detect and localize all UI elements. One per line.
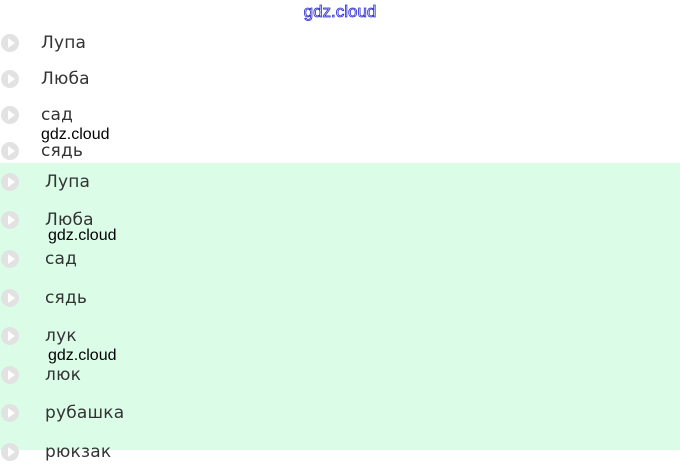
- word-label: сад: [41, 105, 74, 125]
- play-icon[interactable]: [1, 327, 19, 345]
- word-label: сядь: [41, 141, 84, 161]
- word-label: лук: [45, 326, 77, 346]
- list-item[interactable]: рюкзак: [0, 438, 680, 468]
- word-label: сядь: [45, 288, 88, 308]
- play-icon[interactable]: [1, 142, 19, 160]
- list-item[interactable]: Люба: [0, 65, 680, 95]
- watermark-overlay: gdz.cloud: [48, 347, 117, 364]
- play-icon[interactable]: [1, 366, 19, 384]
- play-icon[interactable]: [1, 211, 19, 229]
- play-icon[interactable]: [1, 70, 19, 88]
- play-icon[interactable]: [1, 443, 19, 461]
- play-icon[interactable]: [1, 289, 19, 307]
- word-label: Лупа: [45, 172, 91, 192]
- list-item[interactable]: люк: [0, 361, 680, 391]
- play-icon[interactable]: [1, 404, 19, 422]
- play-icon[interactable]: [1, 34, 19, 52]
- list-item[interactable]: Лупа: [0, 29, 680, 59]
- word-label: Люба: [41, 69, 90, 89]
- word-list-green: Лупа Люба сад сядь лук люк рубашка рюкза…: [0, 163, 680, 462]
- word-label: сад: [45, 249, 78, 269]
- play-icon[interactable]: [1, 106, 19, 124]
- watermark-overlay: gdz.cloud: [48, 227, 117, 244]
- watermark-header: gdz.cloud: [303, 2, 377, 22]
- play-icon[interactable]: [1, 173, 19, 191]
- list-item[interactable]: рубашка: [0, 399, 680, 429]
- word-label: люк: [45, 365, 82, 385]
- word-label: рубашка: [45, 403, 125, 423]
- list-item[interactable]: сад: [0, 245, 680, 275]
- play-icon[interactable]: [1, 250, 19, 268]
- list-item[interactable]: сядь: [0, 284, 680, 314]
- watermark-overlay: gdz.cloud: [41, 126, 110, 143]
- word-label: рюкзак: [45, 442, 112, 462]
- header: gdz.cloud: [0, 0, 680, 26]
- word-label: Лупа: [41, 33, 87, 53]
- list-item[interactable]: Лупа: [0, 168, 680, 198]
